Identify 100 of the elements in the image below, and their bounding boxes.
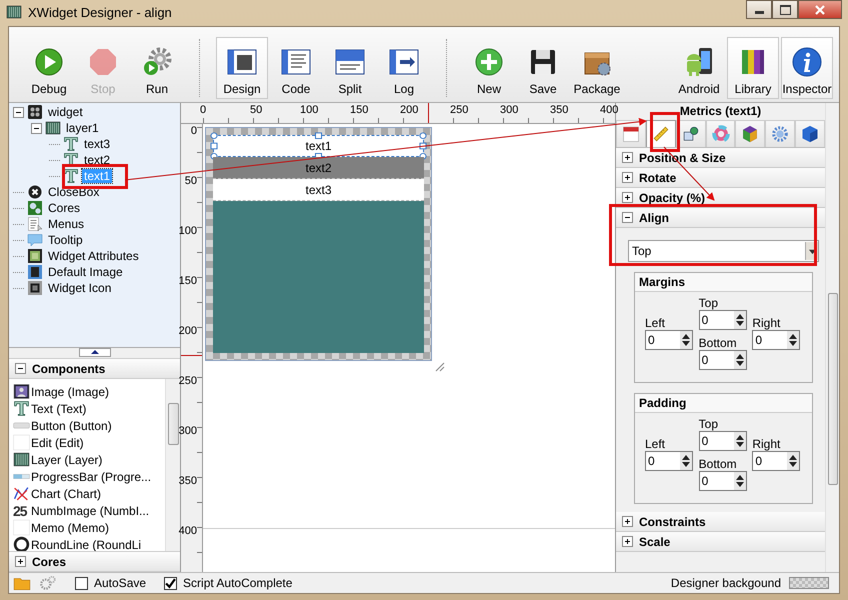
toolbar-button[interactable]: Save (517, 37, 569, 99)
scrollbar[interactable] (165, 379, 180, 551)
expand-toggle-icon[interactable] (15, 556, 26, 567)
layer-icon (45, 120, 61, 136)
section-header[interactable]: Cores (9, 551, 180, 572)
component-item[interactable]: RoundLine (RoundLi (31, 538, 142, 551)
spin-arrows-icon[interactable] (734, 312, 745, 328)
checkbox[interactable] (75, 576, 88, 590)
collapse-toggle-icon[interactable] (31, 122, 42, 134)
stop-sign-icon (87, 46, 119, 78)
group-title: Margins (635, 273, 812, 292)
section-title: Components (32, 362, 106, 376)
inspector-tab[interactable] (795, 120, 826, 147)
text-icon (13, 400, 30, 417)
toolbar-button[interactable]: Debug (23, 37, 75, 99)
section-title: Rotate (639, 170, 676, 184)
text-widget[interactable]: text1 (213, 135, 424, 157)
toolbar-button[interactable]: Library (727, 37, 779, 99)
expand-toggle-icon[interactable] (622, 536, 633, 547)
component-item[interactable]: ProgressBar (Progre... (31, 470, 152, 484)
component-item[interactable]: Chart (Chart) (31, 486, 102, 500)
spin-field[interactable]: 0 (698, 350, 747, 370)
section-header[interactable]: Align (616, 208, 825, 228)
inspector-tab[interactable] (735, 120, 766, 147)
tree-item[interactable]: text3 (82, 137, 112, 151)
toolbar-button[interactable]: New (463, 37, 515, 99)
speech-bubble-icon (27, 232, 43, 248)
spin-arrows-icon[interactable] (788, 332, 798, 348)
toolbar-button[interactable]: Design (216, 37, 268, 99)
spin-arrows-icon[interactable] (788, 453, 798, 469)
spin-field[interactable]: 0 (645, 330, 693, 350)
spin-field[interactable]: 0 (645, 451, 693, 471)
spin-field[interactable]: 0 (698, 310, 747, 330)
toolbar-button[interactable]: Run (131, 37, 183, 99)
tree-item[interactable]: Tooltip (46, 233, 85, 247)
tree-item[interactable]: Widget Attributes (46, 249, 141, 263)
section-header[interactable]: Constraints (616, 512, 825, 532)
spin-arrows-icon[interactable] (681, 453, 691, 469)
toolbar-button[interactable]: Android (673, 37, 725, 99)
number-icon: 25 (13, 502, 30, 518)
field-label: Left (645, 316, 666, 330)
tree-item[interactable]: Default Image (46, 265, 125, 279)
close-icon (815, 4, 825, 14)
expand-toggle-icon[interactable] (622, 152, 633, 163)
field-label: Right (752, 316, 782, 330)
collapse-toggle-icon[interactable] (15, 363, 26, 374)
inspector-tab[interactable] (616, 120, 646, 147)
component-item[interactable]: Memo (Memo) (31, 520, 110, 534)
component-item[interactable]: Layer (Layer) (31, 452, 102, 466)
section-title: Cores (32, 554, 66, 568)
section-header[interactable]: Rotate (616, 168, 825, 188)
caret-icon (808, 248, 816, 254)
highlight-frame (62, 164, 128, 189)
spin-field[interactable]: 0 (752, 330, 800, 350)
status-text: Designer backgound (670, 576, 781, 590)
component-item[interactable]: Image (Image) (31, 384, 110, 398)
text-widget[interactable]: text3 (213, 179, 424, 201)
tree-item[interactable]: CloseBox (46, 185, 102, 199)
spin-field[interactable]: 0 (698, 431, 747, 451)
component-item[interactable]: NumbImage (NumbI... (31, 504, 150, 518)
maximize-button[interactable] (772, 0, 798, 19)
blank-field-icon (13, 434, 30, 451)
background-swatch[interactable] (789, 577, 829, 589)
spin-arrows-icon[interactable] (734, 433, 745, 449)
text-widget[interactable]: text2 (213, 157, 424, 179)
checkbox[interactable] (164, 576, 178, 590)
collapse-toggle-icon[interactable] (13, 106, 24, 118)
tree-item[interactable]: Cores (46, 201, 82, 215)
toolbar-button[interactable]: Inspector (781, 37, 833, 99)
close-button[interactable] (798, 0, 842, 19)
section-title: Opacity (%) (639, 190, 706, 204)
spin-arrows-icon[interactable] (734, 473, 745, 489)
minimize-button[interactable] (746, 0, 772, 19)
toolbar-button[interactable]: Split (324, 37, 376, 99)
component-item[interactable]: Text (Text) (31, 402, 86, 416)
inspector-tab[interactable] (765, 120, 796, 147)
expand-toggle-icon[interactable] (622, 192, 633, 203)
spin-field[interactable]: 0 (752, 451, 800, 471)
align-dropdown[interactable]: Top (628, 240, 819, 262)
toolbar-button[interactable]: Package (571, 37, 623, 99)
tree-item[interactable]: layer1 (64, 121, 101, 135)
spin-arrows-icon[interactable] (734, 352, 745, 368)
component-item[interactable]: Edit (Edit) (31, 436, 84, 450)
scrollbar[interactable] (825, 103, 839, 572)
spin-arrows-icon[interactable] (681, 332, 691, 348)
expand-toggle-icon[interactable] (622, 516, 633, 527)
expand-toggle-icon[interactable] (622, 172, 633, 183)
tree-item[interactable]: widget (46, 105, 85, 119)
tree-item[interactable]: Widget Icon (46, 281, 114, 295)
component-item[interactable]: Button (Button) (31, 418, 112, 432)
toolbar-button[interactable]: Code (270, 37, 322, 99)
resize-grip-icon[interactable] (433, 360, 445, 372)
section-header[interactable]: Scale (616, 532, 825, 552)
section-header[interactable]: Components (9, 358, 180, 379)
field-label: Top (698, 296, 720, 310)
tree-item[interactable]: Menus (46, 217, 86, 231)
tree-item[interactable]: text2 (82, 153, 112, 167)
toolbar-button[interactable]: Log (378, 37, 430, 99)
collapse-toggle-icon[interactable] (622, 212, 633, 223)
spin-field[interactable]: 0 (698, 471, 747, 491)
